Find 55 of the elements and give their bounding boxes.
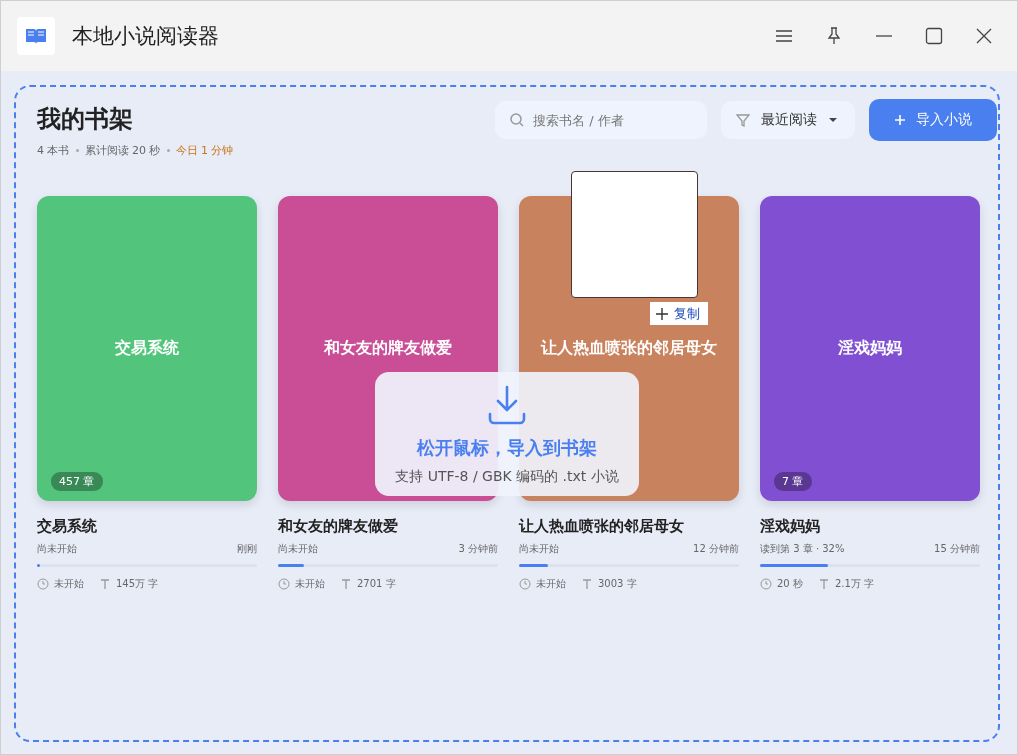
shelf-title: 我的书架 (37, 104, 134, 135)
reading-status: 尚未开始 (519, 542, 559, 556)
book-icon (24, 26, 48, 46)
text-icon (817, 578, 830, 590)
text-icon (99, 578, 111, 590)
plus-icon (894, 114, 906, 126)
word-count: 2.1万 字 (834, 577, 874, 591)
plus-icon (656, 307, 668, 320)
book-title: 淫戏妈妈 (760, 517, 821, 536)
search-field[interactable]: 搜索书名 / 作者 (495, 101, 707, 139)
reading-duration: 未开始 (54, 577, 84, 591)
reading-status: 尚未开始 (37, 542, 77, 556)
close-icon[interactable] (975, 27, 993, 45)
clock-icon (37, 578, 49, 590)
cover-title: 交易系统 (114, 338, 180, 359)
text-icon (581, 578, 593, 590)
cover-title: 和女友的牌友做爱 (323, 338, 453, 359)
stat-text: 累计阅读 20 秒 (84, 143, 161, 158)
book-title: 和女友的牌友做爱 (278, 517, 399, 536)
stat-text: 4 本书 (37, 143, 70, 158)
clock-icon (519, 578, 531, 590)
last-read-time: 12 分钟前 (693, 542, 739, 556)
menu-icon[interactable] (775, 27, 793, 45)
copy-label: 复制 (674, 304, 700, 323)
sort-label: 最近阅读 (761, 111, 817, 129)
filter-icon (735, 112, 751, 128)
today-reading-time: 今日 1 分钟 (175, 143, 234, 158)
text-icon (340, 578, 352, 590)
chapter-count: 7 章 (774, 472, 812, 491)
clock-icon (278, 578, 290, 590)
reading-status: 读到第 3 章 · 32% (760, 542, 845, 556)
search-icon (509, 112, 525, 128)
clock-icon (760, 578, 772, 590)
cover-title: 让人热血喷张的邻居母女 (539, 338, 718, 359)
book-cover[interactable]: 交易系统 457 章 (37, 196, 257, 501)
book-cover[interactable]: 淫戏妈妈 7 章 (760, 196, 980, 501)
cover-title: 淫戏妈妈 (837, 338, 903, 359)
reading-status: 尚未开始 (278, 542, 318, 556)
maximize-icon[interactable] (925, 27, 943, 45)
last-read-time: 3 分钟前 (458, 542, 498, 556)
reading-duration: 20 秒 (777, 577, 803, 591)
sort-dropdown[interactable]: 最近阅读 (721, 101, 855, 139)
reading-duration: 未开始 (536, 577, 566, 591)
chapter-count: 457 章 (51, 472, 103, 491)
import-button[interactable]: 导入小说 (869, 99, 997, 141)
word-count: 3003 字 (598, 577, 637, 591)
book-title: 交易系统 (37, 517, 98, 536)
last-read-time: 刚刚 (237, 542, 257, 556)
window-title: 本地小说阅读器 (72, 23, 219, 50)
pin-icon[interactable] (825, 27, 843, 45)
word-count: 2701 字 (357, 577, 396, 591)
book-title: 让人热血喷张的邻居母女 (519, 517, 685, 536)
reading-duration: 未开始 (295, 577, 325, 591)
word-count: 145万 字 (116, 577, 159, 591)
last-read-time: 15 分钟前 (934, 542, 980, 556)
